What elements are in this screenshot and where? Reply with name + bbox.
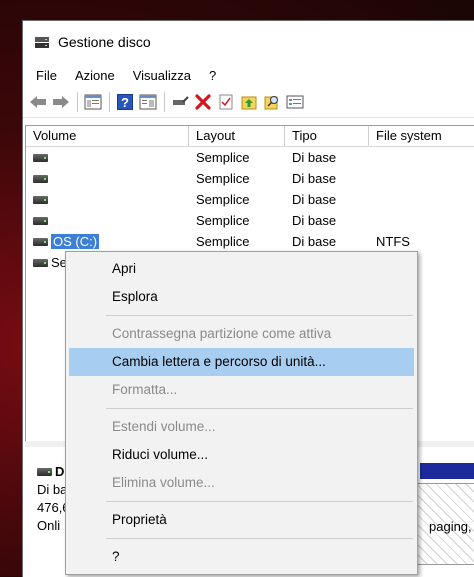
properties-icon[interactable]: [284, 91, 306, 113]
volume-layout: Semplice: [196, 171, 250, 186]
menu-item-change-drive-letter[interactable]: Cambia lettera e percorso di unità...: [69, 348, 414, 376]
show-pane-icon[interactable]: [137, 91, 159, 113]
table-row-selected[interactable]: OS (C:) Semplice Di base NTFS: [26, 231, 474, 252]
connect-disk-icon[interactable]: [169, 91, 191, 113]
volume-type: Di base: [292, 234, 337, 249]
partition-label: paging,: [429, 519, 472, 534]
forward-icon[interactable]: [50, 91, 72, 113]
menu-item-shrink-volume[interactable]: Riduci volume...: [69, 441, 414, 469]
volume-type: Di base: [292, 150, 337, 165]
console-tree-icon[interactable]: [82, 91, 104, 113]
volume-type: Di base: [292, 213, 337, 228]
svg-text:?: ?: [121, 95, 129, 110]
search-icon[interactable]: [261, 91, 283, 113]
menu-separator: [106, 501, 413, 502]
menu-item-apri[interactable]: Apri: [69, 255, 414, 283]
menu-azione[interactable]: Azione: [66, 68, 124, 83]
menu-item-delete-volume: Elimina volume...: [112, 475, 215, 490]
disk-name: D: [55, 464, 65, 479]
menu-separator: [106, 538, 413, 539]
volume-icon: [33, 195, 48, 204]
disk-icon: [37, 468, 52, 476]
menu-separator: [106, 315, 413, 316]
column-header-tipo[interactable]: Tipo: [285, 126, 369, 146]
volume-fs: NTFS: [376, 234, 410, 249]
volume-name: OS (C:): [51, 234, 100, 249]
table-row[interactable]: Semplice Di base: [26, 147, 474, 168]
check-icon[interactable]: [215, 91, 237, 113]
table-row[interactable]: Semplice Di base: [26, 210, 474, 231]
column-header-layout[interactable]: Layout: [189, 126, 285, 146]
volume-type: Di base: [292, 171, 337, 186]
toolbar-separator: [109, 92, 110, 112]
menu-item-properties[interactable]: Proprietà: [69, 506, 414, 534]
volume-icon: [33, 174, 48, 183]
menu-help[interactable]: ?: [200, 68, 225, 83]
delete-icon[interactable]: [192, 91, 214, 113]
menu-item-extend-volume: Estendi volume...: [112, 419, 216, 434]
back-icon[interactable]: [27, 91, 49, 113]
column-header-volume[interactable]: Volume: [26, 126, 189, 146]
volume-icon: [33, 216, 48, 225]
menu-separator: [106, 408, 413, 409]
context-menu: Apri Esplora Contrassegna partizione com…: [65, 251, 418, 575]
menu-bar: File Azione Visualizza ?: [23, 63, 474, 87]
toolbar-separator: [164, 92, 165, 112]
volume-icon: [33, 258, 48, 267]
volume-layout: Semplice: [196, 213, 250, 228]
menu-visualizza[interactable]: Visualizza: [124, 68, 200, 83]
column-header-file-system[interactable]: File system: [369, 126, 474, 146]
window-title: Gestione disco: [58, 34, 151, 50]
menu-item-mark-active: Contrassegna partizione come attiva: [112, 326, 332, 341]
menu-item-format: Formatta...: [112, 382, 178, 397]
volume-type: Di base: [292, 192, 337, 207]
volume-layout: Semplice: [196, 192, 250, 207]
menu-file[interactable]: File: [27, 68, 66, 83]
disk-management-icon: [34, 34, 50, 50]
toolbar-separator: [77, 92, 78, 112]
table-row[interactable]: Semplice Di base: [26, 189, 474, 210]
volume-list-header: Volume Layout Tipo File system: [26, 126, 474, 147]
volume-layout: Semplice: [196, 234, 250, 249]
volume-layout: Semplice: [196, 150, 250, 165]
help-icon[interactable]: ?: [114, 91, 136, 113]
volume-icon: [33, 237, 48, 246]
table-row[interactable]: Semplice Di base: [26, 168, 474, 189]
volume-icon: [33, 153, 48, 162]
export-icon[interactable]: [238, 91, 260, 113]
partition-header-bar: [420, 463, 474, 479]
toolbar: ?: [23, 87, 474, 118]
title-bar[interactable]: Gestione disco: [23, 21, 474, 63]
menu-item-esplora[interactable]: Esplora: [69, 283, 414, 311]
menu-item-help[interactable]: ?: [69, 543, 414, 571]
